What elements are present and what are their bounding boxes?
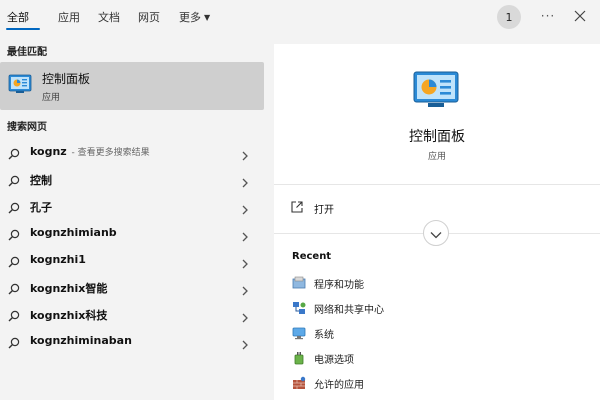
chevron-right-icon — [240, 308, 250, 323]
web-result-query: kognzhix科技 — [30, 309, 108, 322]
search-icon — [8, 253, 20, 268]
expand-button[interactable] — [423, 220, 449, 246]
tab-documents[interactable]: 文档 — [98, 9, 120, 25]
web-result-query: kognzhiminaban — [30, 334, 132, 347]
recent-item-label: 程序和功能 — [314, 280, 364, 291]
search-icon — [8, 307, 20, 322]
system-icon — [292, 325, 306, 340]
chevron-right-icon — [240, 227, 250, 242]
tab-more-label: 更多 — [179, 11, 201, 24]
web-result[interactable]: kognzhix智能 — [0, 273, 264, 300]
recent-item-label: 网络和共享中心 — [314, 305, 384, 316]
search-icon — [8, 226, 20, 241]
best-match-control-panel[interactable]: 控制面板 应用 — [0, 62, 264, 110]
more-options-icon[interactable]: ··· — [538, 6, 558, 26]
caret-down-icon: ▼ — [204, 13, 211, 22]
search-icon — [8, 172, 20, 187]
tab-apps[interactable]: 应用 — [58, 9, 80, 25]
recent-item-label: 允许的应用 — [314, 380, 364, 391]
chevron-right-icon — [240, 146, 250, 161]
search-icon — [8, 145, 20, 160]
chevron-right-icon — [240, 200, 250, 215]
web-result-query: kognzhimianb — [30, 226, 117, 239]
power-icon — [292, 350, 306, 365]
web-result[interactable]: kognzhix科技 — [0, 300, 264, 327]
control-panel-icon — [8, 74, 32, 94]
chevron-right-icon — [240, 335, 250, 350]
web-result[interactable]: kognzhi1 — [0, 246, 264, 273]
search-icon — [8, 334, 20, 349]
preview-pane: 控制面板 应用 打开 Recent 程序和功能 网络和共享中心 系统 电源选项 … — [274, 44, 600, 400]
web-result-query: kognzhix智能 — [30, 282, 108, 295]
best-match-heading: 最佳匹配 — [7, 47, 47, 58]
web-result-query: 孔子 — [30, 201, 52, 214]
web-result-hint: - 查看更多搜索结果 — [68, 148, 150, 158]
search-tabs-bar: 全部 应用 文档 网页 更多 ▼ 1 ··· — [0, 0, 600, 34]
web-result[interactable]: kognzhiminaban — [0, 327, 264, 354]
preview-app-type: 应用 — [427, 152, 446, 162]
web-result-query: kognzhi1 — [30, 253, 86, 266]
web-result[interactable]: kognz - 查看更多搜索结果 — [0, 138, 264, 165]
chevron-right-icon — [240, 254, 250, 269]
chevron-down-icon — [430, 224, 442, 243]
account-badge[interactable]: 1 — [497, 5, 521, 29]
results-list: 最佳匹配 控制面板 应用 搜索网页 kognz - 查看更多搜索结果 控制 孔子… — [0, 34, 268, 400]
recent-item-label: 系统 — [314, 330, 334, 341]
best-match-name: 控制面板 — [42, 72, 91, 86]
web-result-query: kognz — [30, 145, 67, 158]
open-external-icon — [290, 199, 304, 213]
close-icon[interactable] — [570, 6, 590, 26]
search-icon — [8, 199, 20, 214]
recent-item-label: 电源选项 — [314, 355, 354, 366]
web-result[interactable]: kognzhimianb — [0, 219, 264, 246]
chevron-right-icon — [240, 281, 250, 296]
network-icon — [292, 300, 306, 314]
preview-app-title: 控制面板 — [409, 129, 465, 145]
web-result-query: 控制 — [30, 174, 52, 187]
chevron-right-icon — [240, 173, 250, 188]
search-icon — [8, 280, 20, 295]
tab-web[interactable]: 网页 — [138, 9, 160, 25]
web-result[interactable]: 控制 — [0, 165, 264, 192]
search-web-heading: 搜索网页 — [7, 122, 47, 133]
firewall-icon — [292, 375, 306, 389]
control-panel-icon — [412, 70, 460, 110]
programs-icon — [292, 275, 306, 289]
divider — [274, 184, 600, 185]
tab-more[interactable]: 更多 ▼ — [179, 9, 210, 25]
web-result[interactable]: 孔子 — [0, 192, 264, 219]
open-label: 打开 — [314, 205, 334, 216]
best-match-type: 应用 — [42, 93, 61, 103]
tab-all[interactable]: 全部 — [7, 9, 29, 25]
recent-heading: Recent — [292, 251, 332, 262]
active-tab-indicator — [6, 28, 40, 30]
